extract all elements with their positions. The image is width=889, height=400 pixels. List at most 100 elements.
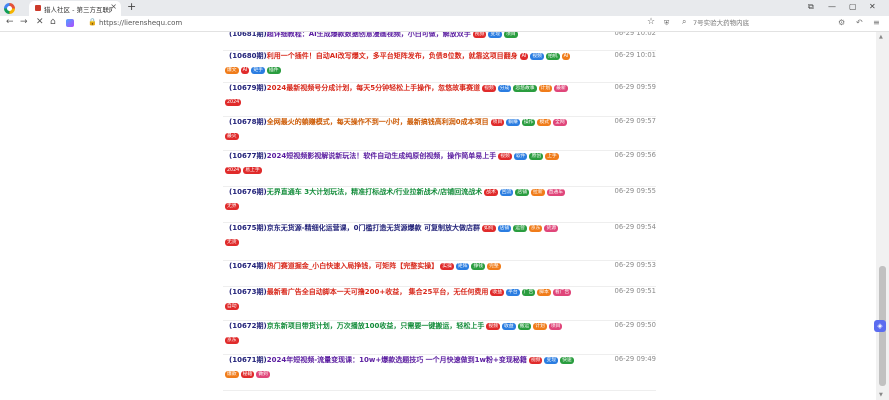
tag-badge[interactable]: 变现 [544,357,559,364]
tag-badge[interactable]: 2024 [225,167,242,174]
tag-badge[interactable]: 软件 [513,153,528,160]
tag-badge[interactable]: 脚本 [537,289,551,296]
tag-badge[interactable]: 收益 [490,289,505,296]
tag-badge[interactable]: 做到 [256,371,270,378]
window-minimize-icon[interactable]: — [828,2,836,11]
tag-badge[interactable]: AI [240,67,250,74]
tag-badge[interactable]: 最新 [554,85,568,92]
tag-badge[interactable]: 秘籍 [240,371,255,378]
tag-badge[interactable]: 拉新 [531,189,545,196]
scroll-down-icon[interactable]: ▼ [879,392,883,398]
forward-icon[interactable]: → [20,17,28,27]
window-restore-icon[interactable]: ⧉ [808,2,814,12]
tag-badge[interactable]: 完整 [487,263,501,270]
tag-badge[interactable]: 项目 [490,119,505,126]
item-title-link[interactable]: 2024年短视频-流量变现课：10w+爆款选题技巧 一个月快速做到1w粉+变现秘… [267,356,527,364]
tag-badge[interactable]: 爆款 [225,371,239,378]
tag-badge[interactable]: 实操 [440,263,454,270]
tag-badge[interactable]: 分成 [497,85,512,92]
list-item[interactable]: (10680期)利用一个插件！自动AI改写爆文，多平台矩阵发布，负债8位数，就靠… [223,50,656,83]
bookmark-star-icon[interactable]: ☆ [647,17,655,27]
item-title-link[interactable]: 无界直通车 3大计划玩法，精准打标战术/行业拉新战术/店铺回流战术 [267,188,482,196]
home-icon[interactable]: ⌂ [50,17,56,27]
search-box[interactable]: ⌕ [680,17,830,30]
tag-badge[interactable]: 视频 [486,323,500,330]
item-title-link[interactable]: 京东无货源-精细化运营课，0门槛打造无货源爆款 可复制放大做店群 [267,224,480,232]
window-close-icon[interactable]: ✕ [869,2,876,11]
list-item[interactable]: (10677期)2024短视频影视解说新玩法！软件自动生成纯原创视频，操作简单易… [223,150,656,187]
settings-icon[interactable]: ⚙ [838,18,845,27]
tag-badge[interactable]: 2024 [225,99,242,106]
tag-badge[interactable]: 货源 [544,225,559,232]
tag-badge[interactable]: 全网 [553,119,567,126]
tag-badge[interactable]: 京东 [225,337,239,344]
tag-badge[interactable]: 操作 [521,119,536,126]
tag-badge[interactable]: 看广告 [552,289,572,296]
tag-badge[interactable]: 最火 [225,133,239,140]
search-input[interactable] [693,18,823,28]
item-title-link[interactable]: 超详细教程：AI生成爆款数据创意漫画视频，小白可做，解放双手 [267,32,471,38]
tag-badge[interactable]: 店铺 [515,189,530,196]
address-bar[interactable]: 🔒 https://lierenshequ.com [86,17,660,30]
tag-badge[interactable]: AI [519,53,529,60]
tag-badge[interactable]: 回流 [499,189,514,196]
active-tab[interactable]: 猎人社区 - 第三方互联网资源... × [29,1,121,16]
tag-badge[interactable]: 忽悠故事 [513,85,537,92]
tag-badge[interactable]: 直通车 [546,189,566,196]
tag-badge[interactable]: 运营 [513,225,527,232]
scrollbar[interactable]: ▲ ▼ [876,32,889,400]
tag-badge[interactable]: 自动 [225,303,239,310]
tag-badge[interactable]: 变现 [488,32,503,38]
tag-badge[interactable]: 矩手 [251,67,265,74]
tag-badge[interactable]: 爆文 [225,67,239,74]
browser-logo-icon[interactable] [4,3,15,14]
item-title-link[interactable]: 2024最新视频号分成计划，每天5分钟轻松上手操作，忽悠故事赛道 [267,84,480,92]
new-tab-button[interactable]: + [127,0,136,13]
extension-icon[interactable] [66,19,74,27]
tab-close-icon[interactable]: × [110,2,117,11]
tag-badge[interactable]: 京东 [528,225,543,232]
undo-icon[interactable]: ↶ [856,18,863,27]
stop-icon[interactable]: ✕ [36,17,44,27]
floating-helper-icon[interactable]: ◈ [874,320,886,332]
tag-badge[interactable]: 店铺 [497,225,512,232]
item-title-link[interactable]: 全网最火的躺赚模式，每天操作不到一小时，最新搞钱高利润0成本项目 [267,118,489,126]
window-maximize-icon[interactable]: ▢ [849,2,857,11]
list-item[interactable]: (10673期)最新看广告全自动脚本一天可撸200+收益， 集合25平台，无任何… [223,286,656,321]
tag-badge[interactable]: 项目 [548,323,563,330]
tag-badge[interactable]: 项目 [504,32,518,38]
list-item[interactable]: (10672期)京东新项目带货计划，万次播放100收益，只需要一键搬运，轻松上手… [223,320,656,355]
tag-badge[interactable]: 平台 [506,289,520,296]
tag-badge[interactable]: 快速 [560,357,574,364]
tag-badge[interactable]: 插件 [266,67,281,74]
list-item[interactable]: (10671期)2024年短视频-流量变现课：10w+爆款选题技巧 一个月快速做… [223,354,656,391]
tag-badge[interactable]: 收益 [502,323,516,330]
item-title-link[interactable]: 京东新项目带货计划，万次播放100收益，只需要一键搬运，轻松上手 [267,322,485,330]
tag-badge[interactable]: 搬运 [517,323,532,330]
list-item[interactable]: (10675期)京东无货源-精细化运营课，0门槛打造无货源爆款 可复制放大做店群… [223,222,656,261]
tag-badge[interactable]: 视频 [530,53,544,60]
tag-badge[interactable]: 原创 [529,153,544,160]
back-icon[interactable]: ← [6,17,14,27]
tag-badge[interactable]: 模式 [537,119,552,126]
tag-badge[interactable]: 如何 [481,225,496,232]
list-item[interactable]: (10676期)无界直通车 3大计划玩法，精准打标战术/行业拉新战术/店铺回流战… [223,186,656,223]
tag-badge[interactable]: 计划 [538,85,553,92]
tag-badge[interactable]: 躺赚 [506,119,520,126]
list-item[interactable]: (10679期)2024最新视频号分成计划，每天5分钟轻松上手操作，忽悠故事赛道… [223,82,656,117]
tag-badge[interactable]: 视频 [482,85,496,92]
tag-badge[interactable]: 广告 [521,289,536,296]
tag-badge[interactable]: 无货 [225,239,239,246]
shield-icon[interactable]: ⛨ [664,19,669,28]
tag-badge[interactable]: 视频 [472,32,487,38]
tag-badge[interactable]: 视频 [498,153,512,160]
item-title-link[interactable]: 最新看广告全自动脚本一天可撸200+收益， 集合25平台，无任何费用 [267,288,489,296]
tag-badge[interactable]: 视频 [528,357,543,364]
tag-badge[interactable]: 矩阵 [455,263,470,270]
tag-badge[interactable]: 易上手 [243,167,262,174]
item-title-link[interactable]: 利用一个插件！自动AI改写爆文，多平台矩阵发布，负债8位数，就靠这项目翻身 [267,52,518,60]
tag-badge[interactable]: 无界 [225,203,239,210]
menu-icon[interactable]: ≡ [873,18,880,27]
tag-badge[interactable]: 战术 [484,189,498,196]
list-item[interactable]: (10678期)全网最火的躺赚模式，每天操作不到一小时，最新搞钱高利润0成本项目… [223,116,656,151]
